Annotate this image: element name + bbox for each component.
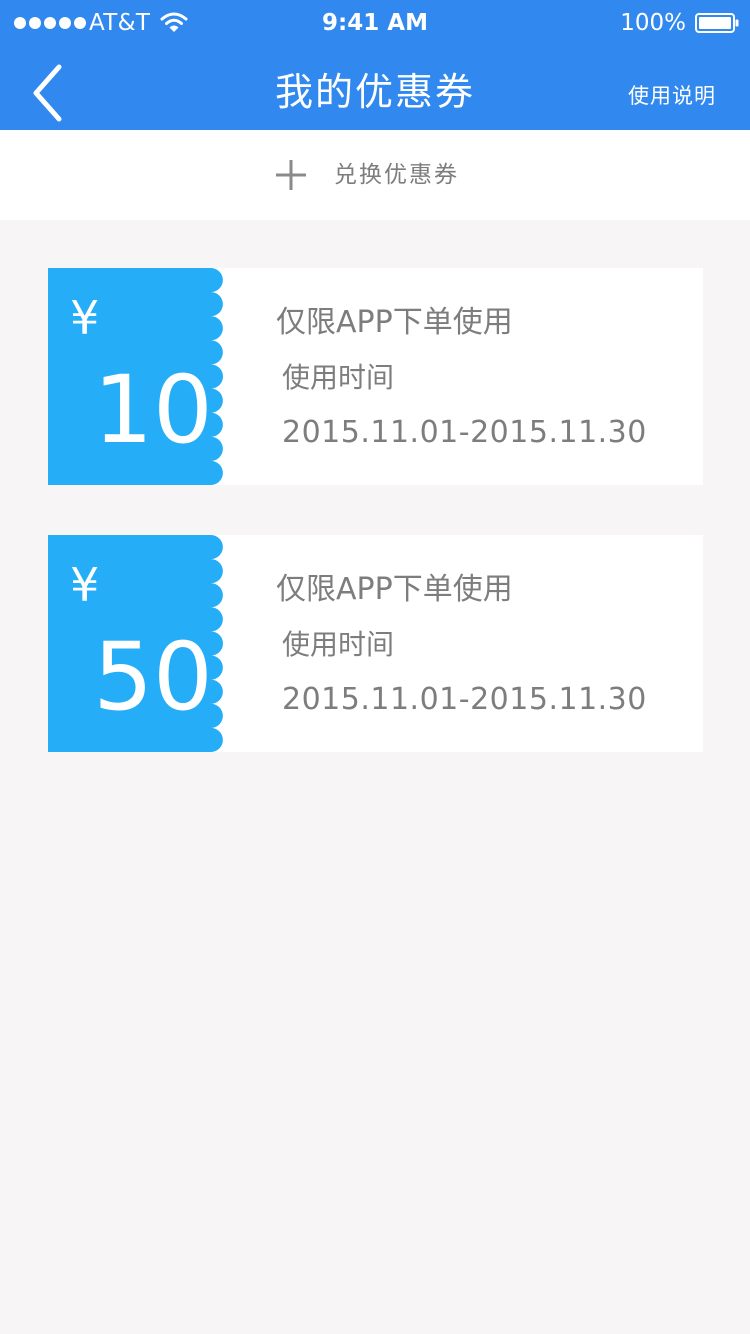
coupon-validity-range: 2015.11.01-2015.11.30 [282, 682, 647, 717]
coupon-card[interactable]: ¥ 50 仅限APP下单使用 使用时间 2015.11.01-2015.11.3… [48, 535, 703, 752]
usage-instructions-link[interactable]: 使用说明 [628, 80, 716, 112]
coupon-amount: 50 [93, 623, 213, 732]
coupon-validity-range: 2015.11.01-2015.11.30 [282, 415, 647, 450]
coupon-card[interactable]: ¥ 10 仅限APP下单使用 使用时间 2015.11.01-2015.11.3… [48, 268, 703, 485]
navigation-header: AT&T 9:41 AM 100% 我的优惠券 使用说明 [0, 0, 750, 130]
redeem-coupon-button[interactable]: 兑换优惠券 [260, 148, 490, 202]
coupon-stub: ¥ 10 [48, 268, 268, 485]
coupon-time-label: 使用时间 [282, 628, 395, 661]
coupon-amount: 10 [93, 356, 213, 465]
redeem-coupon-label: 兑换优惠券 [334, 162, 459, 188]
currency-symbol: ¥ [70, 558, 100, 612]
coupon-description: 仅限APP下单使用 [276, 305, 513, 340]
coupon-stub: ¥ 50 [48, 535, 268, 752]
redeem-bar: 兑换优惠券 [0, 130, 750, 220]
currency-symbol: ¥ [70, 291, 100, 345]
status-bar: AT&T 9:41 AM 100% [0, 0, 750, 46]
coupon-time-label: 使用时间 [282, 361, 395, 394]
battery-percent: 100% [620, 10, 686, 36]
coupon-description: 仅限APP下单使用 [276, 572, 513, 607]
plus-icon [276, 160, 306, 190]
battery-icon [695, 13, 739, 33]
